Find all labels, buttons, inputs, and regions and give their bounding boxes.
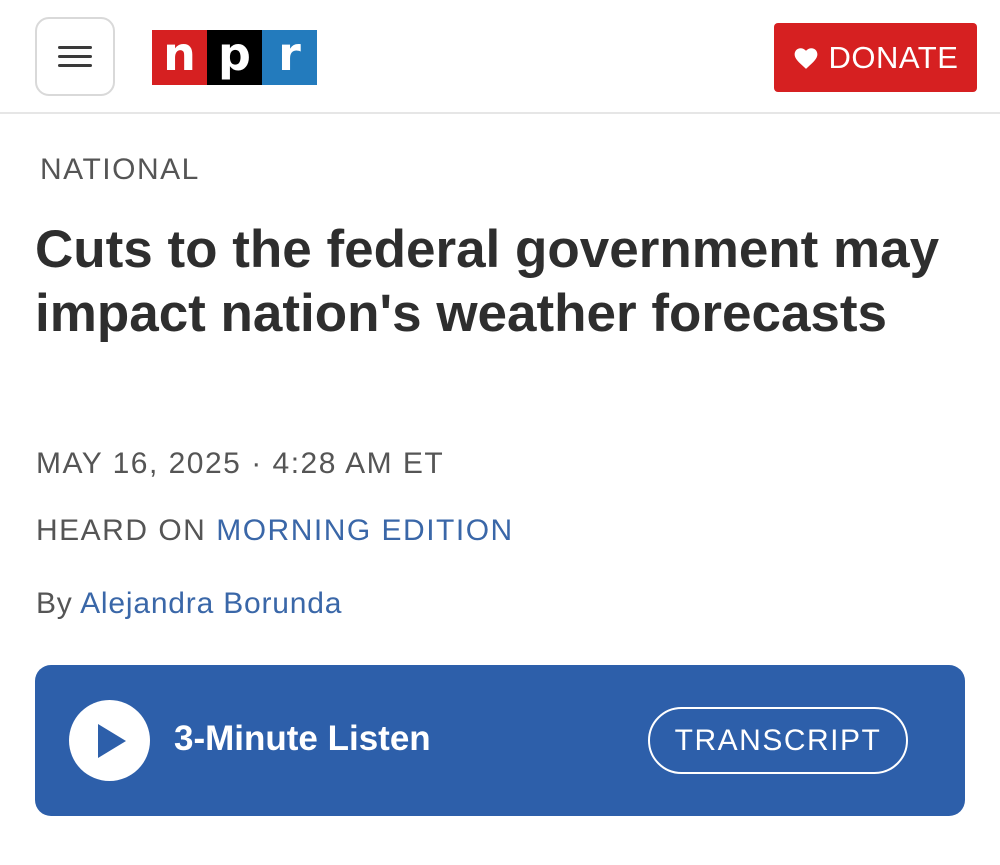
heard-on-prefix: HEARD ON [36, 514, 207, 547]
logo-letter-r: r [262, 30, 317, 85]
article-headline: Cuts to the federal government may impac… [35, 220, 940, 343]
author-link[interactable]: Alejandra Borunda [80, 587, 342, 620]
hamburger-menu-icon [58, 40, 92, 73]
play-button[interactable] [69, 700, 150, 781]
menu-button[interactable] [35, 17, 115, 96]
byline-prefix: By [36, 587, 73, 620]
heard-on-line: HEARD ON MORNING EDITION [36, 514, 514, 548]
listen-duration-label: 3-Minute Listen [174, 719, 431, 758]
article-byline: By Alejandra Borunda [36, 587, 342, 621]
transcript-button[interactable]: TRANSCRIPT [648, 707, 908, 774]
play-icon [97, 723, 126, 758]
article-dateline: MAY 16, 2025 · 4:28 AM ET [36, 447, 445, 480]
npr-logo[interactable]: n p r [152, 30, 317, 85]
program-link[interactable]: MORNING EDITION [216, 514, 514, 547]
logo-letter-n: n [152, 30, 207, 85]
audio-player: 3-Minute Listen TRANSCRIPT [35, 665, 965, 816]
heart-icon [794, 47, 817, 69]
donate-button[interactable]: DONATE [774, 23, 977, 92]
logo-letter-p: p [207, 30, 262, 85]
section-label[interactable]: NATIONAL [40, 153, 200, 187]
donate-label: DONATE [828, 39, 959, 75]
site-header: n p r DONATE [0, 0, 1000, 114]
